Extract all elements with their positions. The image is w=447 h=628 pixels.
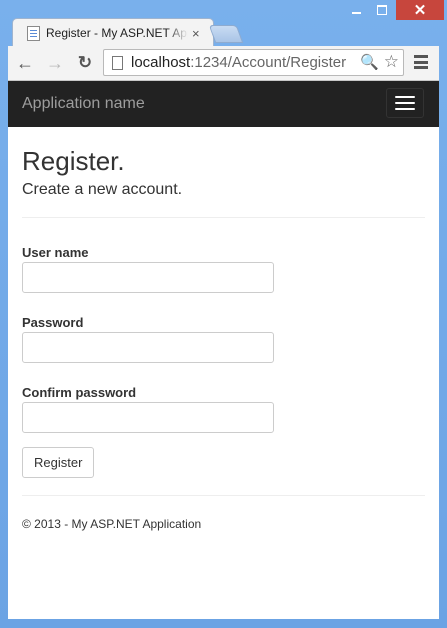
username-input[interactable] — [22, 262, 274, 293]
navbar-toggle-button[interactable] — [386, 88, 424, 118]
back-arrow-icon[interactable]: ← — [14, 52, 36, 74]
new-tab-button[interactable] — [208, 25, 244, 43]
minimize-icon — [351, 12, 361, 14]
password-group: Password — [22, 315, 425, 363]
address-bar[interactable]: localhost:1234/Account/Register 🔍 ☆ — [103, 49, 404, 76]
page-icon — [112, 55, 123, 70]
tab-close-icon[interactable]: × — [192, 26, 200, 41]
forward-arrow-icon[interactable]: → — [44, 52, 66, 74]
browser-menu-icon[interactable] — [414, 55, 428, 69]
hamburger-icon-bar — [395, 108, 415, 110]
page-viewport: Application name Register. Create a new … — [8, 81, 439, 619]
divider — [22, 217, 425, 218]
browser-tab[interactable]: Register - My ASP.NET Application × — [12, 18, 214, 47]
password-label: Password — [22, 315, 84, 330]
divider — [22, 495, 425, 496]
page-favicon-icon — [27, 25, 40, 41]
footer-copyright: © 2013 - My ASP.NET Application — [22, 517, 202, 531]
page-title: Register. — [22, 146, 125, 176]
browser-toolbar: ← → ↻ localhost:1234/Account/Register 🔍 … — [8, 46, 439, 81]
url-text[interactable]: localhost:1234/Account/Register — [131, 54, 346, 71]
page-subtitle: Create a new account. — [22, 181, 183, 198]
window-minimize-button[interactable] — [343, 0, 369, 20]
site-navbar: Application name — [8, 81, 439, 127]
window-maximize-button[interactable] — [369, 0, 395, 20]
window-close-button[interactable]: ✕ — [396, 0, 444, 20]
maximize-icon — [377, 5, 387, 15]
page-content: Register. Create a new account. User nam… — [8, 127, 439, 531]
bookmark-star-icon[interactable]: ☆ — [384, 52, 399, 72]
confirm-password-group: Confirm password — [22, 385, 425, 433]
username-group: User name — [22, 245, 425, 293]
password-input[interactable] — [22, 332, 274, 363]
search-icon[interactable]: 🔍 — [360, 53, 379, 71]
confirm-password-input[interactable] — [22, 402, 274, 433]
navbar-brand-link[interactable]: Application name — [22, 95, 145, 113]
close-icon: ✕ — [413, 2, 427, 19]
confirm-password-label: Confirm password — [22, 385, 137, 400]
reload-icon[interactable]: ↻ — [74, 52, 96, 74]
tab-title: Register - My ASP.NET Application — [46, 26, 188, 40]
hamburger-icon-bar — [395, 102, 415, 104]
browser-window-frame: ✕ Register - My ASP.NET Application × ← … — [0, 0, 447, 628]
url-host: localhost — [131, 54, 191, 71]
url-path: :1234/Account/Register — [190, 54, 347, 71]
register-button[interactable]: Register — [22, 447, 95, 478]
username-label: User name — [22, 245, 89, 260]
hamburger-icon-bar — [395, 96, 415, 98]
